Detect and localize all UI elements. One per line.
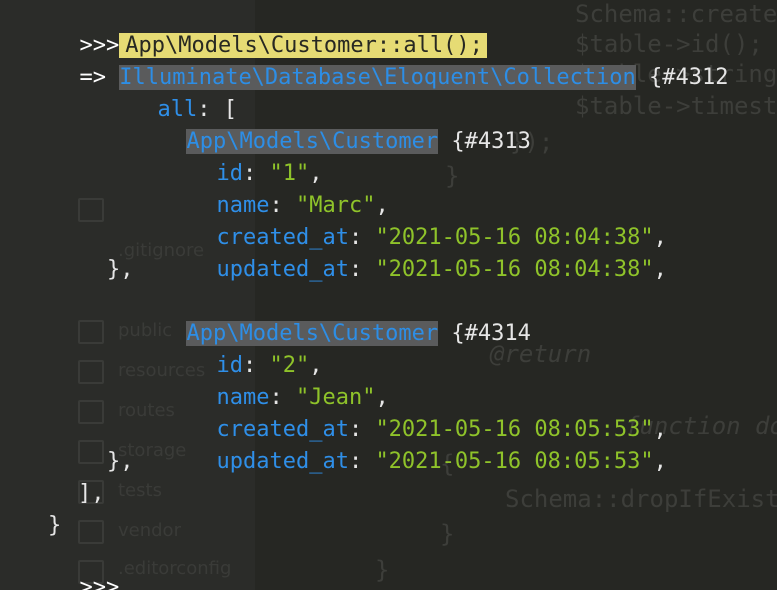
field-line: name: "Jean", xyxy=(216,385,389,410)
field-line: created_at: "2021-05-16 08:05:53", xyxy=(216,417,667,442)
result-line: => Illuminate\Database\Eloquent\Collecti… xyxy=(0,30,729,90)
record-ref: {#4314 xyxy=(451,321,531,346)
all-line: all: [ xyxy=(157,97,237,122)
collection-close: } xyxy=(48,513,62,538)
array-close: ], xyxy=(78,481,105,506)
record-header: App\Models\Customer {#4314 xyxy=(107,286,531,346)
field-line: updated_at: "2021-05-16 08:04:38", xyxy=(216,257,667,282)
terminal-output[interactable]: >>> App\Models\Customer::all(); => Illumi… xyxy=(0,0,777,590)
collection-ref: {#4312 xyxy=(649,65,729,90)
field-key: updated_at xyxy=(216,449,349,474)
field-line: name: "Marc", xyxy=(216,193,389,218)
prompt: >>> xyxy=(79,575,120,590)
field-line: id: "2", xyxy=(216,353,323,378)
command-line: >>> App\Models\Customer::all(); xyxy=(0,0,487,58)
field-value: "2021-05-16 08:05:53" xyxy=(375,449,654,474)
field-line: created_at: "2021-05-16 08:04:38", xyxy=(216,225,667,250)
field-line: updated_at: "2021-05-16 08:05:53", xyxy=(216,449,667,474)
tinker-window: .gitignore public resources routes stora… xyxy=(0,0,777,590)
field-value: "2021-05-16 08:04:38" xyxy=(375,257,654,282)
field-line: id: "1", xyxy=(216,161,323,186)
record-ref: {#4313 xyxy=(451,129,531,154)
record-close: }, xyxy=(107,449,134,474)
record-close: }, xyxy=(107,257,134,282)
input-prompt-line[interactable]: >>> xyxy=(0,540,119,590)
field-key: updated_at xyxy=(216,257,349,282)
record-header: App\Models\Customer {#4313 xyxy=(107,94,531,154)
